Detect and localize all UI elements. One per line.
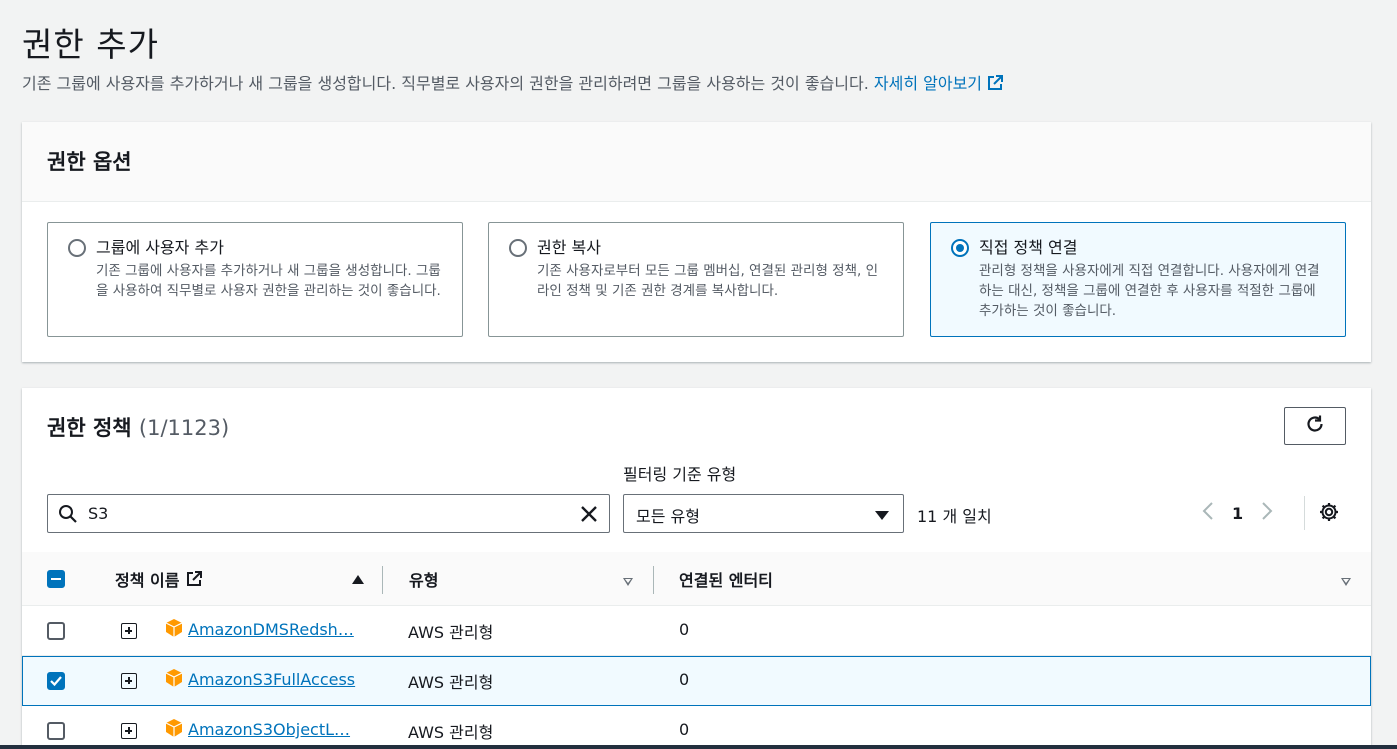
attached-entities-count: 0 xyxy=(679,720,690,739)
pagination: 1 xyxy=(1202,500,1273,526)
page-description: 기존 그룹에 사용자를 추가하거나 새 그룹을 생성합니다. 직무별로 사용자의… xyxy=(22,70,1004,96)
option-attach-policies[interactable]: 직접 정책 연결 관리형 정책을 사용자에게 직접 연결합니다. 사용자에게 연… xyxy=(930,222,1346,337)
type-filter-value: 모든 유형 xyxy=(636,507,700,526)
search-icon xyxy=(58,504,78,528)
table-row[interactable]: AmazonS3ObjectL… AWS 관리형 0 xyxy=(22,706,1371,749)
row-checkbox-checked[interactable] xyxy=(47,672,65,690)
attached-entities-count: 0 xyxy=(679,670,690,689)
option-description: 관리형 정책을 사용자에게 직접 연결합니다. 사용자에게 연결하는 대신, 정… xyxy=(979,263,1320,319)
select-all-checkbox[interactable] xyxy=(47,570,65,588)
policy-count: (1/1123) xyxy=(138,416,230,440)
policy-search-input[interactable]: S3 xyxy=(47,494,610,533)
refresh-icon xyxy=(1304,413,1326,439)
clear-search-icon[interactable] xyxy=(579,504,599,528)
column-divider xyxy=(382,566,383,594)
aws-managed-cube-icon xyxy=(164,618,184,642)
aws-managed-cube-icon xyxy=(164,668,184,692)
bottom-bar xyxy=(0,745,1397,749)
page-title: 권한 추가 xyxy=(22,25,159,64)
expand-icon[interactable] xyxy=(121,673,137,689)
table-row-selected[interactable]: AmazonS3FullAccess AWS 관리형 0 xyxy=(22,656,1371,706)
policy-type: AWS 관리형 xyxy=(408,673,494,692)
prev-page-icon[interactable] xyxy=(1202,501,1214,525)
match-count: 11 개 일치 xyxy=(917,507,992,526)
column-divider xyxy=(653,566,654,594)
search-value: S3 xyxy=(88,504,109,523)
attached-entities-count: 0 xyxy=(679,620,690,639)
policy-name-link[interactable]: AmazonS3ObjectL… xyxy=(188,720,350,739)
permission-options-title: 권한 옵션 xyxy=(47,150,132,174)
expand-icon[interactable] xyxy=(121,623,137,639)
radio-add-to-group[interactable] xyxy=(68,239,86,257)
sort-icon[interactable] xyxy=(623,578,633,586)
permission-policies-title: 권한 정책 (1/1123) xyxy=(47,416,230,440)
panel-header xyxy=(22,122,1371,202)
option-title: 그룹에 사용자 추가 xyxy=(96,238,224,257)
permission-options-panel: 권한 옵션 그룹에 사용자 추가 기존 그룹에 사용자를 추가하거나 새 그룹을… xyxy=(22,122,1371,362)
policy-type: AWS 관리형 xyxy=(408,723,494,742)
column-attached-entities[interactable]: 연결된 엔터티 xyxy=(679,567,773,591)
table-row[interactable]: AmazonDMSRedsh… AWS 관리형 0 xyxy=(22,606,1371,656)
caret-down-icon xyxy=(875,511,889,520)
column-type[interactable]: 유형 xyxy=(409,567,438,591)
option-description: 기존 그룹에 사용자를 추가하거나 새 그룹을 생성합니다. 그룹을 사용하여 … xyxy=(96,263,441,299)
option-title: 권한 복사 xyxy=(537,238,601,257)
row-checkbox[interactable] xyxy=(47,722,65,740)
type-filter-select[interactable]: 모든 유형 xyxy=(623,494,904,533)
sort-ascending-icon[interactable] xyxy=(352,575,364,584)
expand-icon[interactable] xyxy=(121,723,137,739)
permission-policies-panel: 권한 정책 (1/1123) 필터링 기준 유형 S3 모든 유형 11 개 일… xyxy=(22,388,1371,749)
aws-managed-cube-icon xyxy=(164,718,184,742)
policy-name-link[interactable]: AmazonS3FullAccess xyxy=(188,670,355,689)
learn-more-link[interactable]: 자세히 알아보기 xyxy=(874,74,1004,93)
policy-name-link[interactable]: AmazonDMSRedsh… xyxy=(188,620,354,639)
row-checkbox[interactable] xyxy=(47,622,65,640)
page-number[interactable]: 1 xyxy=(1232,504,1243,523)
table-header: 정책 이름 유형 연결된 엔터티 xyxy=(22,552,1371,606)
option-title: 직접 정책 연결 xyxy=(979,238,1078,257)
external-link-icon xyxy=(986,74,1004,96)
radio-attach-policies[interactable] xyxy=(951,239,969,257)
refresh-button[interactable] xyxy=(1284,407,1346,445)
option-add-to-group[interactable]: 그룹에 사용자 추가 기존 그룹에 사용자를 추가하거나 새 그룹을 생성합니다… xyxy=(47,222,463,337)
next-page-icon[interactable] xyxy=(1261,501,1273,525)
option-copy-permissions[interactable]: 권한 복사 기존 사용자로부터 모든 그룹 멤버십, 연결된 관리형 정책, 인… xyxy=(488,222,904,337)
settings-gear-icon[interactable] xyxy=(1318,501,1340,527)
sort-icon[interactable] xyxy=(1341,578,1351,586)
external-link-icon xyxy=(185,570,203,592)
column-policy-name[interactable]: 정책 이름 xyxy=(115,567,203,592)
option-description: 기존 사용자로부터 모든 그룹 멤버십, 연결된 관리형 정책, 인라인 정책 … xyxy=(537,263,878,299)
policy-type: AWS 관리형 xyxy=(408,623,494,642)
radio-copy-permissions[interactable] xyxy=(509,239,527,257)
filter-type-label: 필터링 기준 유형 xyxy=(623,465,737,484)
divider xyxy=(1304,496,1305,530)
